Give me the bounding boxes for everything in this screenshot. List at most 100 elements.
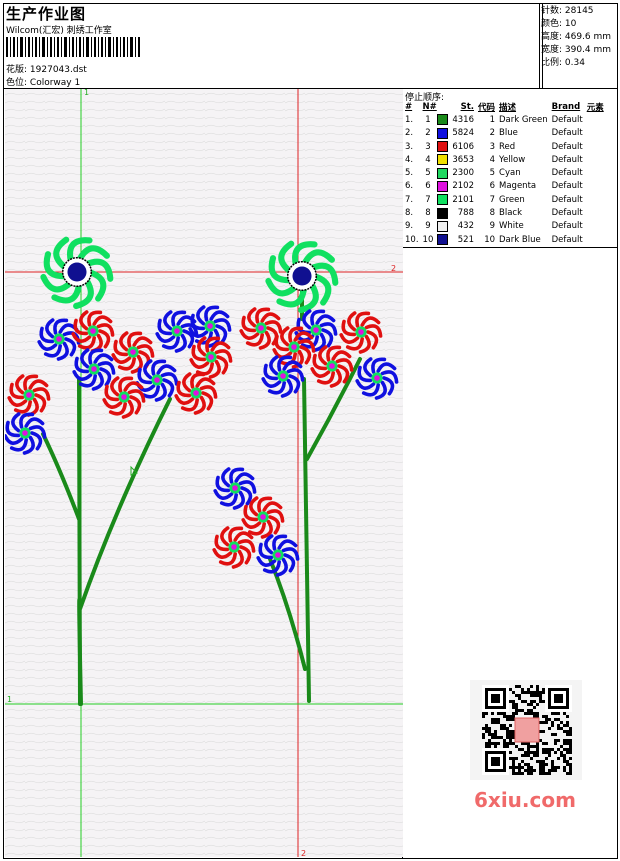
qr-module	[503, 712, 506, 715]
row-brand: Default	[551, 128, 583, 139]
flower-center-dot	[208, 354, 214, 360]
qr-module	[503, 727, 506, 730]
qr-module	[551, 724, 554, 727]
qr-module	[509, 718, 512, 721]
qr-module	[533, 769, 536, 772]
row-code: 5	[489, 168, 496, 179]
qr-module	[503, 739, 506, 742]
row-description: White	[499, 221, 524, 232]
watermark-text: 6xiu.com	[474, 788, 576, 812]
qr-module	[566, 751, 569, 754]
qr-module	[560, 745, 563, 748]
qr-module	[503, 715, 506, 718]
color-sequence-table: # N# St. 代码 描述 Brand 元素 1. 1 4316 1 Dark Green Defa…	[403, 100, 606, 246]
qr-module	[548, 772, 551, 775]
qr-module	[557, 739, 560, 742]
qr-module	[533, 754, 536, 757]
flower-center-dot	[91, 366, 97, 372]
qr-module	[497, 742, 500, 745]
row-description: Magenta	[499, 181, 537, 192]
flower-center-dot	[280, 373, 286, 379]
qr-module	[524, 712, 527, 715]
qr-module	[563, 724, 566, 727]
color-swatch	[437, 180, 449, 192]
color-count: 颜色: 10	[541, 19, 577, 29]
colorway-value: Colorway 1	[29, 78, 81, 88]
qr-module	[569, 757, 572, 760]
row-stitches: 788	[457, 208, 474, 219]
row-needle: 3	[425, 141, 431, 152]
design-scale: 比例: 0.34	[541, 58, 585, 68]
color-swatch	[437, 220, 449, 232]
qr-module	[536, 751, 539, 754]
design-width: 宽度: 390.4 mm	[541, 45, 612, 55]
color-swatch-cell	[435, 166, 450, 179]
qr-module	[527, 688, 530, 691]
qr-module	[569, 730, 572, 733]
row-index: 6.	[405, 181, 414, 192]
qr-module	[530, 691, 533, 694]
qr-module	[560, 751, 563, 754]
row-description: Red	[499, 141, 516, 152]
qr-module	[488, 745, 491, 748]
stitch-count: 针数: 28145	[541, 6, 594, 16]
flower-center-dot	[193, 390, 199, 396]
table-header-cell: N#	[422, 101, 437, 112]
guide-label: 1	[7, 695, 12, 704]
qr-module	[545, 763, 548, 766]
flower-center-dot	[121, 394, 127, 400]
qr-module	[563, 754, 566, 757]
qr-module	[536, 760, 539, 763]
row-index: 4.	[405, 154, 414, 165]
qr-module	[536, 688, 539, 691]
qr-module	[536, 691, 539, 694]
qr-module	[518, 685, 521, 688]
qr-module	[515, 685, 518, 688]
qr-module	[548, 748, 551, 751]
table-header-cell: St.	[460, 101, 474, 112]
color-swatch	[437, 127, 449, 139]
qr-module	[557, 766, 560, 769]
row-index: 7.	[405, 194, 414, 205]
qr-finder-core	[554, 694, 563, 703]
qr-finder-core	[491, 694, 500, 703]
qr-module	[539, 766, 542, 769]
qr-module	[536, 712, 539, 715]
row-stitches: 2300	[452, 168, 474, 179]
row-brand: Default	[551, 194, 583, 205]
qr-module	[527, 709, 530, 712]
qr-module	[500, 736, 503, 739]
row-stitches: 3653	[452, 154, 474, 165]
qr-module	[557, 748, 560, 751]
row-needle: 8	[425, 208, 431, 219]
qr-module	[563, 742, 566, 745]
qr-module	[542, 748, 545, 751]
row-brand: Default	[551, 114, 583, 125]
qr-module	[539, 760, 542, 763]
qr-module	[482, 712, 485, 715]
qr-module	[542, 730, 545, 733]
flower-center-dot	[275, 552, 281, 558]
flower-center-dot	[258, 325, 264, 331]
row-brand: Default	[551, 141, 583, 152]
qr-module	[569, 742, 572, 745]
row-stitches: 4316	[452, 114, 474, 125]
qr-module	[551, 733, 554, 736]
qr-module	[527, 769, 530, 772]
qr-module	[524, 700, 527, 703]
qr-module	[485, 712, 488, 715]
qr-module	[542, 715, 545, 718]
qr-module	[503, 745, 506, 748]
qr-module	[569, 733, 572, 736]
qr-module	[566, 763, 569, 766]
color-swatch-cell	[435, 220, 450, 233]
qr-module	[524, 691, 527, 694]
qr-module	[539, 769, 542, 772]
table-header-cell: #	[405, 101, 413, 112]
qr-module	[500, 724, 503, 727]
row-description: Dark Green	[499, 114, 548, 125]
qr-module	[530, 757, 533, 760]
qr-module	[533, 751, 536, 754]
colorway-label: 色位:	[6, 78, 28, 88]
flower-center-dot	[329, 363, 335, 369]
